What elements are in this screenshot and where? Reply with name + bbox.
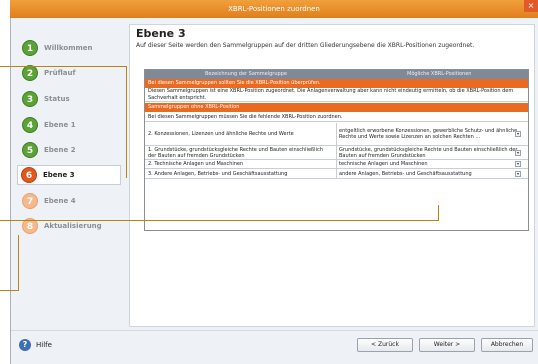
position-value: entgeltlich erworbene Konzessionen, gewe… xyxy=(339,128,518,140)
step-label: Willkommen xyxy=(44,44,93,52)
help-icon: ? xyxy=(19,339,31,351)
step-label: Ebene 3 xyxy=(43,171,75,179)
wizard-window: 1 Willkommen 2 Prüflauf 3 Status 4 Ebene… xyxy=(10,18,538,364)
group-cell: 2. Konzessionen, Lizenzen und ähnliche R… xyxy=(148,131,294,137)
callout-line xyxy=(126,66,127,178)
cancel-button[interactable]: Abbrechen xyxy=(481,338,533,352)
position-value: Grundstücke, grundstücksgleiche Rechte u… xyxy=(339,146,518,159)
position-value: technische Anlagen und Maschinen xyxy=(339,161,428,167)
step-label: Ebene 1 xyxy=(44,121,76,129)
page-title: Ebene 3 xyxy=(136,27,186,40)
step-willkommen[interactable]: 1 Willkommen xyxy=(19,38,119,58)
step-number-icon: 2 xyxy=(22,65,38,81)
main-content: Ebene 3 Auf dieser Seite werden den Samm… xyxy=(129,24,535,327)
step-ebene-3[interactable]: 6 Ebene 3 xyxy=(17,165,121,185)
step-aktualisierung[interactable]: 8 Aktualisierung xyxy=(19,216,119,236)
help-label: Hilfe xyxy=(36,341,52,349)
step-label: Aktualisierung xyxy=(44,222,102,230)
section-info-check: Diesen Sammelgruppen ist eine XBRL-Posit… xyxy=(145,88,528,102)
section-header-missing: Sammelgruppen ohne XBRL-Position xyxy=(145,103,528,112)
table-row[interactable]: 2. Technische Anlagen und Maschinen tech… xyxy=(145,160,528,169)
group-cell: 1. Grundstücke, grundstücksgleiche Recht… xyxy=(148,146,323,159)
table-row[interactable]: 1. Grundstücke, grundstücksgleiche Recht… xyxy=(145,146,528,160)
column-header-positions: Mögliche XBRL-Positionen xyxy=(407,71,472,77)
step-number-icon: 1 xyxy=(22,40,38,56)
step-number-icon: 5 xyxy=(22,142,38,158)
section-header-check: Bei diesen Sammelgruppen sollten Sie die… xyxy=(145,79,528,88)
chevron-down-icon[interactable]: ▾ xyxy=(515,170,521,177)
window-title: XBRL-Positionen zuordnen xyxy=(228,5,320,13)
step-label: Ebene 4 xyxy=(44,197,76,205)
window-titlebar: XBRL-Positionen zuordnen × xyxy=(10,0,538,18)
callout-line xyxy=(0,66,126,67)
position-select[interactable]: Grundstücke, grundstücksgleiche Rechte u… xyxy=(336,146,522,159)
position-value: andere Anlagen, Betriebs- und Geschäftsa… xyxy=(339,170,472,177)
step-ebene-4[interactable]: 7 Ebene 4 xyxy=(19,191,119,211)
table-row[interactable]: 3. Andere Anlagen, Betriebs- und Geschäf… xyxy=(145,169,528,179)
position-select[interactable]: entgeltlich erworbene Konzessionen, gewe… xyxy=(336,123,522,145)
step-ebene-2[interactable]: 5 Ebene 2 xyxy=(19,140,119,160)
close-button[interactable]: × xyxy=(524,0,538,12)
grid-header: Bezeichnung der Sammelgruppe Mögliche XB… xyxy=(145,70,528,79)
table-row[interactable]: 2. Konzessionen, Lizenzen und ähnliche R… xyxy=(145,123,528,146)
wizard-steps-sidebar: 1 Willkommen 2 Prüflauf 3 Status 4 Ebene… xyxy=(11,18,124,328)
next-button[interactable]: Weiter > xyxy=(419,338,475,352)
callout-line xyxy=(0,290,18,291)
step-status[interactable]: 3 Status xyxy=(19,89,119,109)
column-header-group: Bezeichnung der Sammelgruppe xyxy=(205,71,287,77)
chevron-down-icon[interactable]: ▾ xyxy=(515,149,521,156)
step-ebene-1[interactable]: 4 Ebene 1 xyxy=(19,115,119,135)
group-cell: 3. Andere Anlagen, Betriebs- und Geschäf… xyxy=(148,170,288,177)
position-select[interactable]: technische Anlagen und Maschinen ▾ xyxy=(336,160,522,168)
step-label: Ebene 2 xyxy=(44,146,76,154)
callout-line xyxy=(438,205,439,221)
chevron-down-icon[interactable]: ▾ xyxy=(515,131,521,137)
xbrl-assignment-grid: Bezeichnung der Sammelgruppe Mögliche XB… xyxy=(144,69,529,231)
back-button[interactable]: < Zurück xyxy=(357,338,413,352)
footer-bar: ? Hilfe < Zurück Weiter > Abbrechen xyxy=(11,330,538,364)
help-button[interactable]: ? Hilfe xyxy=(19,339,52,351)
page-description: Auf dieser Seite werden den Sammelgruppe… xyxy=(136,42,475,49)
step-label: Prüflauf xyxy=(44,69,76,77)
step-number-icon: 6 xyxy=(21,167,37,183)
position-select[interactable]: andere Anlagen, Betriebs- und Geschäftsa… xyxy=(336,169,522,178)
section-info-missing: Bei diesen Sammelgruppen müssen Sie die … xyxy=(145,113,528,122)
step-number-icon: 3 xyxy=(22,91,38,107)
step-label: Status xyxy=(44,95,70,103)
callout-line xyxy=(0,220,438,221)
group-cell: 2. Technische Anlagen und Maschinen xyxy=(148,161,244,167)
step-number-icon: 4 xyxy=(22,117,38,133)
callout-line xyxy=(18,235,19,291)
chevron-down-icon[interactable]: ▾ xyxy=(515,161,521,167)
step-number-icon: 7 xyxy=(22,193,38,209)
